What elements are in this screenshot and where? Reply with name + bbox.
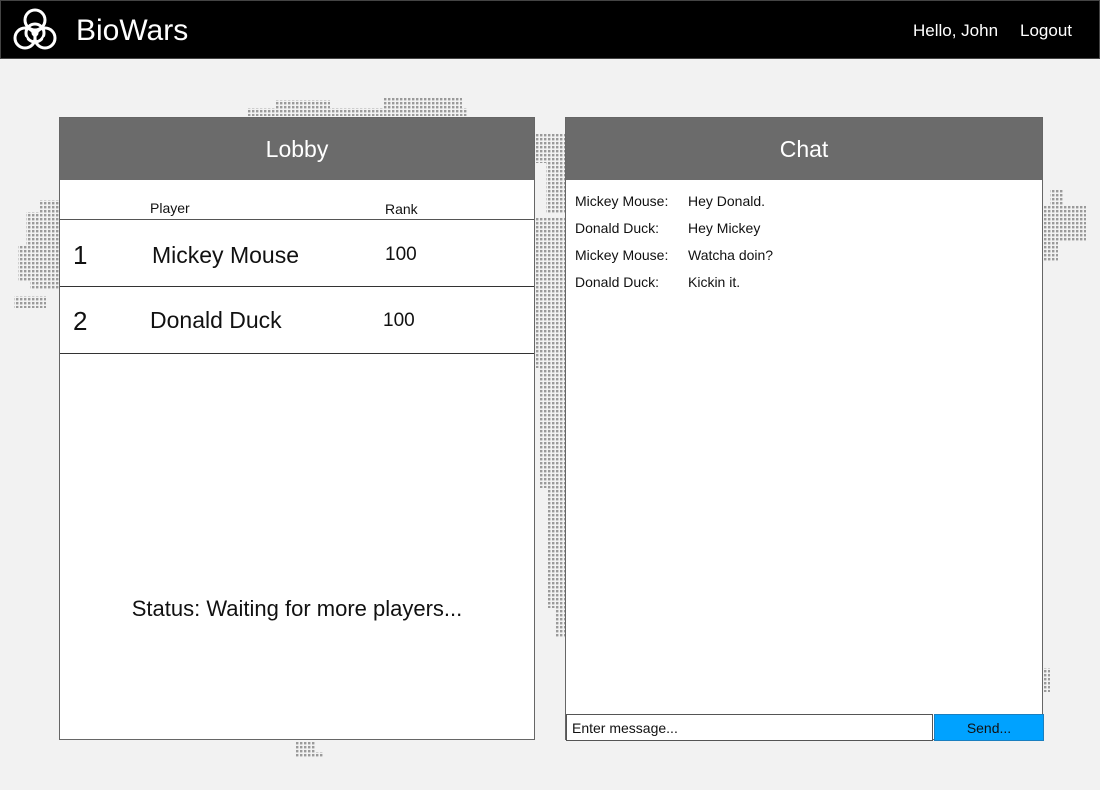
logout-link[interactable]: Logout	[1020, 21, 1072, 41]
rank-column-header: Rank	[385, 201, 418, 217]
chat-text: Watcha doin?	[688, 247, 774, 263]
top-navbar: BioWars Hello, John Logout	[0, 0, 1100, 59]
player-position: 1	[73, 240, 88, 270]
chat-text: Hey Mickey	[688, 220, 761, 236]
player-name: Donald Duck	[150, 307, 282, 333]
chat-sender: Donald Duck:	[575, 274, 660, 290]
biohazard-icon	[13, 8, 57, 50]
player-rank: 100	[385, 244, 417, 265]
chat-panel: Chat Mickey Mouse: Hey Donald. Donald Du…	[565, 117, 1044, 741]
chat-sender: Donald Duck:	[575, 220, 660, 236]
chat-text: Hey Donald.	[688, 193, 766, 209]
player-row[interactable]: 2 Donald Duck 100	[60, 287, 534, 354]
chat-sender: Mickey Mouse:	[575, 193, 669, 209]
send-button[interactable]: Send...	[934, 714, 1044, 741]
chat-message-input[interactable]	[566, 714, 933, 741]
chat-header: Chat	[566, 118, 1042, 180]
chat-text: Kickin it.	[688, 274, 741, 290]
player-column-header: Player	[150, 200, 190, 216]
lobby-panel: Lobby Player Rank 1 Mickey Mouse 100 2 D…	[59, 117, 535, 740]
player-position: 2	[73, 306, 88, 336]
player-name: Mickey Mouse	[152, 242, 299, 268]
user-greeting: Hello, John	[913, 21, 999, 40]
player-row[interactable]: 1 Mickey Mouse 100	[60, 220, 534, 287]
app-title: BioWars	[76, 14, 189, 47]
lobby-header: Lobby	[60, 118, 534, 180]
lobby-status: Status: Waiting for more players...	[131, 596, 463, 621]
chat-sender: Mickey Mouse:	[575, 247, 669, 263]
player-rank: 100	[383, 310, 415, 331]
